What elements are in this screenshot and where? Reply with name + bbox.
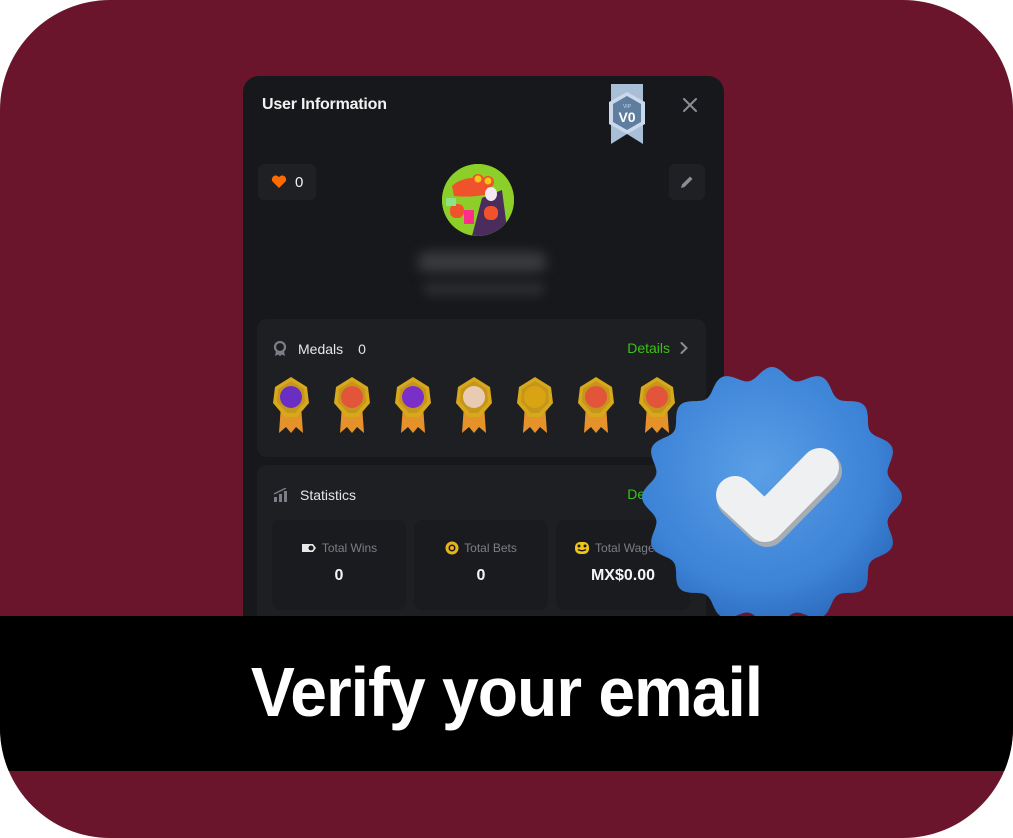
- likes-button[interactable]: 0: [258, 164, 316, 200]
- medal-list: [271, 375, 677, 435]
- crocodile-medal-icon[interactable]: [576, 375, 616, 435]
- modal-title: User Information: [262, 96, 387, 113]
- medals-details-link[interactable]: Details: [627, 340, 688, 356]
- medal-icon: [273, 341, 287, 356]
- medals-panel: Medals 0 Details: [257, 319, 706, 457]
- stat-value: 0: [334, 567, 344, 584]
- medals-count: 0: [358, 341, 366, 357]
- stat-label: Total Wins: [321, 541, 378, 555]
- chevron-right-icon: [680, 342, 688, 354]
- stat-total-wins: Total Wins 0: [272, 520, 406, 610]
- stat-value: 0: [476, 567, 486, 584]
- thumbs-up-medal-icon[interactable]: [454, 375, 494, 435]
- ticket-icon: [301, 544, 316, 552]
- medals-details-label: Details: [627, 340, 670, 356]
- close-button[interactable]: [679, 94, 701, 116]
- vip-level: V0: [618, 109, 635, 125]
- statistics-label: Statistics: [300, 487, 357, 503]
- user-id-blurred: [423, 282, 545, 296]
- bar-chart-icon: [273, 488, 287, 502]
- promo-frame: User Information VIP V0 0 Medals 0 Detai…: [0, 0, 1013, 838]
- chat-medal-icon[interactable]: [271, 375, 311, 435]
- avatar[interactable]: [442, 164, 514, 236]
- wallet-medal-icon[interactable]: [393, 375, 433, 435]
- stat-label: Total Bets: [464, 541, 517, 555]
- gold-coin-medal-icon[interactable]: [515, 375, 555, 435]
- heart-icon: [271, 175, 287, 188]
- likes-count: 0: [295, 173, 304, 191]
- banner-headline: Verify your email: [250, 652, 763, 731]
- coin-stack-icon: [575, 542, 590, 554]
- chip-icon: [445, 541, 459, 555]
- edit-profile-button[interactable]: [669, 164, 705, 200]
- medals-label: Medals: [298, 341, 344, 357]
- verify-email-banner: Verify your email: [0, 616, 1013, 771]
- stat-total-bets: Total Bets 0: [414, 520, 548, 610]
- crocodile-avatar-icon: [442, 164, 514, 236]
- heart-medal-icon[interactable]: [332, 375, 372, 435]
- pencil-icon: [681, 176, 693, 188]
- vip-ribbon-icon: VIP V0: [609, 84, 645, 144]
- statistics-panel: Statistics Details Total Wins: [257, 465, 706, 636]
- close-icon: [683, 98, 697, 112]
- verified-check-badge-icon: [642, 367, 902, 627]
- username-blurred: [418, 252, 546, 272]
